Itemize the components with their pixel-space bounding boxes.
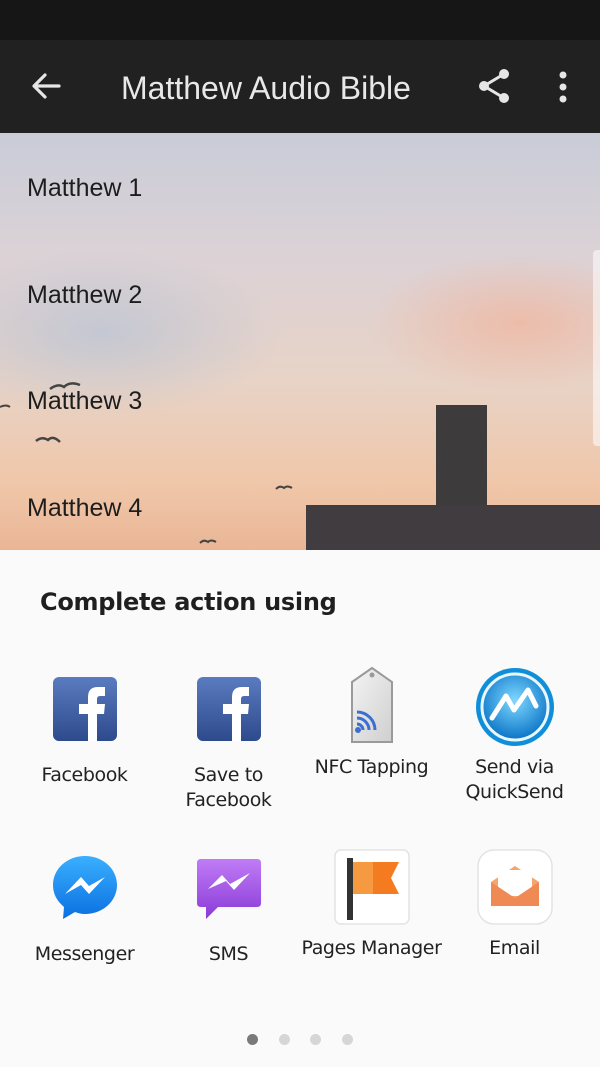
email-icon <box>476 849 553 925</box>
share-app-pages-manager[interactable]: Pages Manager <box>300 848 443 961</box>
status-bar <box>0 0 600 40</box>
share-app-label: SMS <box>208 943 249 965</box>
pages-manager-icon <box>333 849 410 925</box>
share-app-label: Save to Facebook <box>185 764 272 811</box>
share-app-facebook[interactable]: Facebook <box>13 674 156 788</box>
share-app-label: Facebook <box>41 764 128 786</box>
more-vert-icon[interactable] <box>548 66 578 106</box>
list-item[interactable]: Matthew 4 <box>27 493 142 523</box>
share-app-save-to-facebook[interactable]: Save to Facebook <box>157 674 300 813</box>
list-item[interactable]: Matthew 1 <box>27 173 142 203</box>
scrollbar[interactable] <box>593 250 600 446</box>
page-title: Matthew Audio Bible <box>121 70 411 106</box>
page-dot[interactable] <box>279 1034 290 1045</box>
share-app-label: NFC Tapping <box>314 756 429 778</box>
facebook-icon <box>196 677 261 741</box>
list-item[interactable]: Matthew 2 <box>27 280 142 310</box>
share-app-sms[interactable]: SMS <box>157 853 300 967</box>
page-dot[interactable] <box>342 1034 353 1045</box>
share-app-label: Send via QuickSend <box>465 756 564 803</box>
nfc-icon <box>350 666 393 743</box>
quicksend-icon <box>475 668 554 746</box>
share-icon[interactable] <box>474 66 514 106</box>
messenger-icon <box>52 856 117 919</box>
sms-icon <box>196 859 261 919</box>
page-indicator <box>0 1034 600 1046</box>
share-app-email[interactable]: Email <box>443 848 586 961</box>
share-sheet: Complete action using Facebook Save to F… <box>0 550 600 1067</box>
app-bar: Matthew Audio Bible <box>0 40 600 133</box>
page-dot[interactable] <box>310 1034 321 1045</box>
sheet-title: Complete action using <box>40 588 337 616</box>
facebook-icon <box>52 677 117 741</box>
list-item[interactable]: Matthew 3 <box>27 386 142 416</box>
share-app-messenger[interactable]: Messenger <box>13 853 156 967</box>
share-app-nfc-tapping[interactable]: NFC Tapping <box>300 666 443 780</box>
share-app-label: Messenger <box>34 943 135 965</box>
arrow-left-icon[interactable] <box>28 68 64 104</box>
share-app-label: Pages Manager <box>301 937 442 959</box>
page-dot-active[interactable] <box>247 1034 258 1045</box>
share-app-label: Email <box>489 937 540 959</box>
share-app-quicksend[interactable]: Send via QuickSend <box>443 666 586 805</box>
